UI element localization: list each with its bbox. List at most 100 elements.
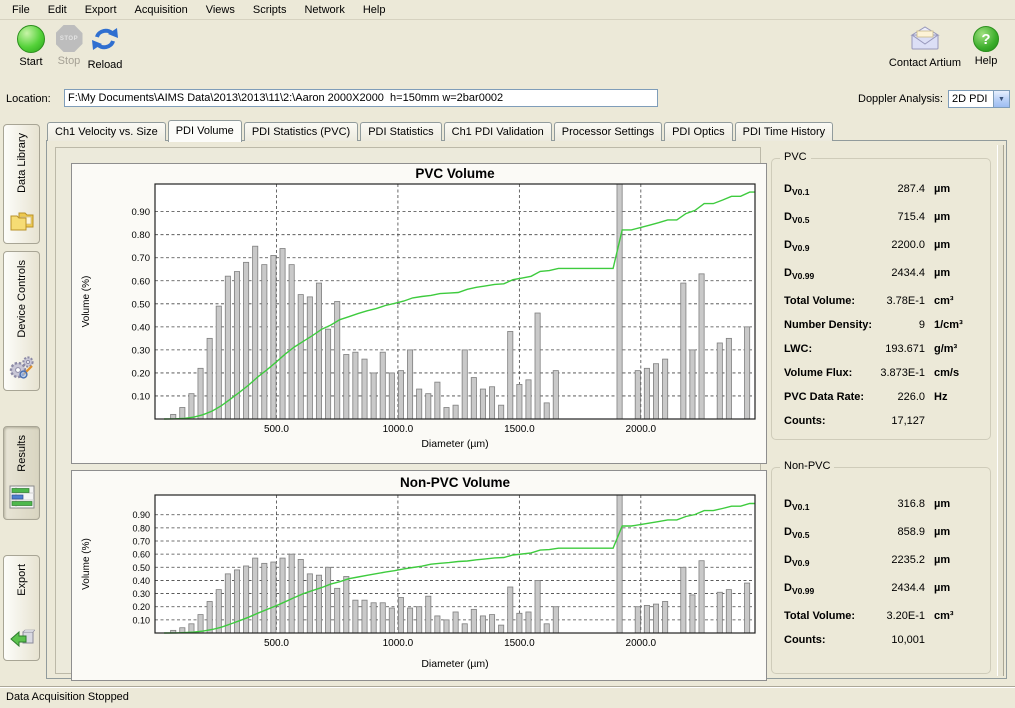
pdi-volume-tab-page: 0.10 0.20 0.30 0.40 0.50 0.60 0.70 0.80 0.90 500.… xyxy=(46,140,1007,679)
reload-button[interactable]: Reload xyxy=(82,25,128,71)
tab-ch1-velocity-vs-size[interactable]: Ch1 Velocity vs. Size xyxy=(47,122,166,141)
pvc-volume-chart-box: 0.100.200.300.400.500.600.700.800.90500.… xyxy=(71,163,767,464)
help-button-label: Help xyxy=(975,55,998,67)
sidebar-item-device-controls[interactable]: Device Controls xyxy=(3,251,40,391)
doppler-analysis-label: Doppler Analysis: xyxy=(858,93,943,105)
svg-text:0.60: 0.60 xyxy=(132,276,151,287)
sidebar-item-results[interactable]: Results xyxy=(3,426,40,520)
panel-splitter[interactable] xyxy=(997,145,1004,676)
svg-text:0.80: 0.80 xyxy=(132,523,150,533)
svg-text:0.40: 0.40 xyxy=(132,576,150,586)
main-tab-strip: Ch1 Velocity vs. SizePDI VolumePDI Stati… xyxy=(47,119,835,141)
svg-text:500.0: 500.0 xyxy=(264,638,289,649)
menu-item-acquisition[interactable]: Acquisition xyxy=(126,2,197,18)
stat-row-pvc-data-rate: PVC Data Rate:226.0Hz xyxy=(784,391,978,409)
menu-item-scripts[interactable]: Scripts xyxy=(244,2,296,18)
bar-chart-icon xyxy=(9,485,35,512)
svg-text:0.90: 0.90 xyxy=(132,207,151,218)
help-button[interactable]: ? Help xyxy=(966,25,1006,67)
tab-pdi-optics[interactable]: PDI Optics xyxy=(664,122,733,141)
pvc-group-title: PVC xyxy=(780,151,811,163)
svg-text:1000.0: 1000.0 xyxy=(383,424,414,435)
tab-pdi-time-history[interactable]: PDI Time History xyxy=(735,122,834,141)
svg-text:Volume (%): Volume (%) xyxy=(81,276,92,328)
svg-text:0.40: 0.40 xyxy=(132,322,151,333)
help-icon: ? xyxy=(973,26,999,52)
dropdown-arrow-icon: ▼ xyxy=(993,91,1009,107)
svg-text:0.50: 0.50 xyxy=(132,563,150,573)
doppler-analysis-select[interactable]: 2D PDI ▼ xyxy=(948,90,1010,108)
svg-text:0.70: 0.70 xyxy=(132,253,151,264)
svg-text:2000.0: 2000.0 xyxy=(626,424,657,435)
svg-text:0.10: 0.10 xyxy=(132,391,151,402)
sidebar-item-export[interactable]: Export xyxy=(3,555,40,661)
contact-artium-button[interactable]: Contact Artium xyxy=(882,25,968,69)
sidebar-label-device-controls: Device Controls xyxy=(16,260,28,338)
pvc-volume-chart: 0.100.200.300.400.500.600.700.800.90500.… xyxy=(72,164,766,463)
svg-text:0.60: 0.60 xyxy=(132,550,150,560)
stat-row-number-density: Number Density:91/cm³ xyxy=(784,319,978,337)
menu-item-network[interactable]: Network xyxy=(295,2,353,18)
stat-row-total-volume: Total Volume:3.20E-1cm³ xyxy=(784,610,978,628)
stop-icon: STOP xyxy=(56,25,83,52)
svg-text:Diameter (µm): Diameter (µm) xyxy=(421,438,488,450)
svg-text:Volume (%): Volume (%) xyxy=(81,538,92,590)
sidebar-item-data-library[interactable]: Data Library xyxy=(3,124,40,244)
tab-ch1-pdi-validation[interactable]: Ch1 PDI Validation xyxy=(444,122,552,141)
menu-item-help[interactable]: Help xyxy=(354,2,395,18)
start-button-label: Start xyxy=(19,56,42,68)
stat-row-counts: Counts:10,001 xyxy=(784,634,978,652)
stat-row-dv0-9: DV0.92235.2µm xyxy=(784,554,978,572)
svg-text:0.20: 0.20 xyxy=(132,368,151,379)
stat-row-counts: Counts:17,127 xyxy=(784,415,978,433)
nonpvc-group-title: Non-PVC xyxy=(780,460,834,472)
svg-text:0.80: 0.80 xyxy=(132,230,151,241)
stat-row-volume-flux: Volume Flux:3.873E-1cm/s xyxy=(784,367,978,385)
status-bar: Data Acquisition Stopped xyxy=(0,686,1015,708)
folders-icon xyxy=(9,209,35,236)
stat-row-dv0-1: DV0.1287.4µm xyxy=(784,183,978,201)
tab-processor-settings[interactable]: Processor Settings xyxy=(554,122,662,141)
gears-icon xyxy=(9,354,35,383)
svg-text:0.30: 0.30 xyxy=(132,345,151,356)
sidebar-label-export: Export xyxy=(16,564,28,596)
svg-text:2000.0: 2000.0 xyxy=(626,638,657,649)
svg-text:PVC Volume: PVC Volume xyxy=(415,166,495,181)
stat-row-total-volume: Total Volume:3.78E-1cm³ xyxy=(784,295,978,313)
stat-row-dv0-9: DV0.92200.0µm xyxy=(784,239,978,257)
tab-pdi-statistics-pvc[interactable]: PDI Statistics (PVC) xyxy=(244,122,358,141)
charts-panel: 0.10 0.20 0.30 0.40 0.50 0.60 0.70 0.80 0.90 500.… xyxy=(55,147,761,674)
tab-pdi-statistics[interactable]: PDI Statistics xyxy=(360,122,441,141)
stat-row-dv0-5: DV0.5858.9µm xyxy=(784,526,978,544)
svg-text:0.70: 0.70 xyxy=(132,537,150,547)
contact-artium-label: Contact Artium xyxy=(889,57,961,69)
reload-button-label: Reload xyxy=(88,59,123,71)
start-icon xyxy=(17,25,45,53)
stat-row-dv0-5: DV0.5715.4µm xyxy=(784,211,978,229)
menu-bar: FileEditExportAcquisitionViewsScriptsNet… xyxy=(0,0,1015,20)
reload-icon xyxy=(90,25,120,56)
svg-text:0.90: 0.90 xyxy=(132,510,150,520)
menu-item-views[interactable]: Views xyxy=(197,2,244,18)
location-input[interactable] xyxy=(64,89,658,107)
app-window: { "menu": { "items": ["File","Edit","Exp… xyxy=(0,0,1015,708)
sidebar-label-data-library: Data Library xyxy=(16,133,28,193)
svg-text:Diameter (µm): Diameter (µm) xyxy=(421,658,488,670)
nonpvc-volume-chart-box: 0.100.200.300.400.500.600.700.800.90500.… xyxy=(71,470,767,681)
menu-item-file[interactable]: File xyxy=(3,2,39,18)
svg-text:0.10: 0.10 xyxy=(132,615,150,625)
doppler-analysis-value: 2D PDI xyxy=(949,93,993,105)
svg-text:1000.0: 1000.0 xyxy=(383,638,414,649)
svg-text:500.0: 500.0 xyxy=(264,424,289,435)
stop-button-label: Stop xyxy=(58,55,81,67)
svg-text:Non-PVC Volume: Non-PVC Volume xyxy=(400,475,510,490)
svg-text:1500.0: 1500.0 xyxy=(504,638,535,649)
stat-row-dv0-99: DV0.992434.4µm xyxy=(784,582,978,600)
export-arrow-icon xyxy=(9,626,35,653)
menu-item-export[interactable]: Export xyxy=(76,2,126,18)
stat-row-dv0-99: DV0.992434.4µm xyxy=(784,267,978,285)
envelope-icon xyxy=(908,25,942,54)
status-text: Data Acquisition Stopped xyxy=(6,691,129,703)
menu-item-edit[interactable]: Edit xyxy=(39,2,76,18)
tab-pdi-volume[interactable]: PDI Volume xyxy=(168,120,242,142)
